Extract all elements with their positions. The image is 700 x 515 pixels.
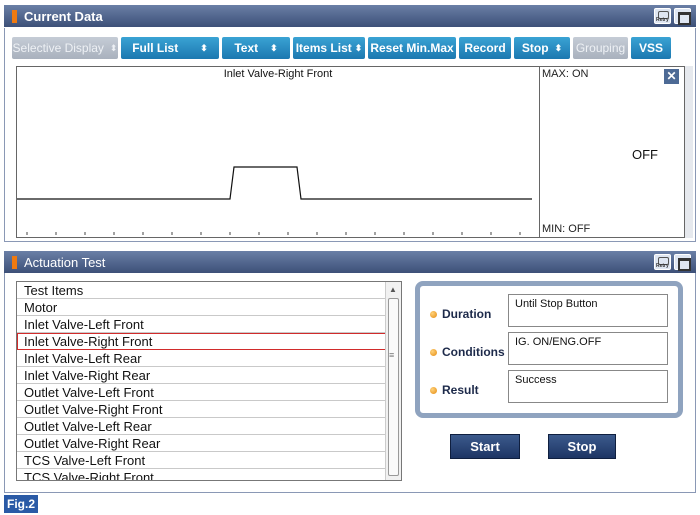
maximize-icon[interactable] xyxy=(674,254,691,271)
signal-graph-svg xyxy=(17,166,532,235)
result-field: Success xyxy=(508,370,668,403)
list-item[interactable]: Outlet Valve-Left Front xyxy=(17,384,401,401)
stop-dropdown[interactable]: Stop ⬍ xyxy=(514,37,570,59)
grouping-button[interactable]: Grouping xyxy=(573,37,628,59)
graph-ticks xyxy=(26,232,521,235)
graph-scrollbar[interactable] xyxy=(685,66,693,238)
retry-icon[interactable]: Retry xyxy=(654,254,671,270)
stop-button[interactable]: Stop xyxy=(548,434,616,459)
bullet-icon xyxy=(430,386,437,394)
header-marker xyxy=(12,9,17,23)
list-scrollbar[interactable]: ▲ ≡ xyxy=(385,282,401,480)
test-items-container: Motor Inlet Valve-Left Front Inlet Valve-R… xyxy=(17,299,401,480)
retry-icon[interactable]: Retry xyxy=(654,8,671,24)
test-info-panel: Duration Until Stop Button Conditions IG… xyxy=(415,281,683,418)
duration-field: Until Stop Button xyxy=(508,294,668,327)
figure-label: Fig.2 xyxy=(4,495,38,513)
bullet-icon xyxy=(430,348,437,356)
max-label: MAX: ON xyxy=(542,68,589,80)
actuation-test-header: Actuation Test Retry xyxy=(4,251,696,273)
scroll-up-icon[interactable]: ▲ xyxy=(389,285,397,294)
full-list-dropdown[interactable]: Full List ⬍ xyxy=(121,37,219,59)
result-row: Result xyxy=(430,383,479,397)
duration-row: Duration xyxy=(430,307,491,321)
bullet-icon xyxy=(430,310,437,318)
list-item[interactable]: Outlet Valve-Left Rear xyxy=(17,418,401,435)
maximize-icon[interactable] xyxy=(674,8,691,25)
list-item[interactable]: Inlet Valve-Right Rear xyxy=(17,367,401,384)
scroll-thumb[interactable] xyxy=(388,298,399,476)
scroll-grip-icon: ≡ xyxy=(389,350,395,360)
items-list-dropdown[interactable]: Items List ⬍ xyxy=(293,37,365,59)
vss-button[interactable]: VSS xyxy=(631,37,671,59)
list-item[interactable]: TCS Valve-Right Front xyxy=(17,469,401,480)
start-button[interactable]: Start xyxy=(450,434,520,459)
list-item[interactable]: Motor xyxy=(17,299,401,316)
list-item[interactable]: Inlet Valve-Left Rear xyxy=(17,350,401,367)
selective-display-dropdown[interactable]: Selective Display ⬍ xyxy=(12,37,118,59)
current-data-toolbar: Selective Display ⬍ Full List ⬍ Text ⬍ Item… xyxy=(12,37,671,59)
list-item[interactable]: TCS Valve-Left Front xyxy=(17,452,401,469)
conditions-row: Conditions xyxy=(430,345,505,359)
current-data-title: Current Data xyxy=(24,8,103,24)
min-label: MIN: OFF xyxy=(542,223,591,235)
list-item[interactable]: Inlet Valve-Right Front xyxy=(17,333,401,350)
test-items-list: Test Items Motor Inlet Valve-Left Front In… xyxy=(16,281,402,481)
close-graph-icon[interactable]: ✕ xyxy=(664,69,679,84)
list-item[interactable]: Outlet Valve-Right Front xyxy=(17,401,401,418)
current-data-header: Current Data Retry xyxy=(4,5,696,27)
list-header: Test Items xyxy=(17,282,401,299)
list-item[interactable]: Inlet Valve-Left Front xyxy=(17,316,401,333)
record-button[interactable]: Record xyxy=(459,37,511,59)
header-marker xyxy=(12,255,17,269)
signal-graph: Inlet Valve-Right Front xyxy=(16,66,540,238)
min-max-panel: MAX: ON OFF MIN: OFF ✕ xyxy=(540,66,685,238)
list-item[interactable]: Outlet Valve-Right Rear xyxy=(17,435,401,452)
actuation-test-title: Actuation Test xyxy=(24,254,106,270)
reset-min-max-button[interactable]: Reset Min.Max xyxy=(368,37,456,59)
conditions-field: IG. ON/ENG.OFF xyxy=(508,332,668,365)
signal-trace xyxy=(17,166,532,200)
text-dropdown[interactable]: Text ⬍ xyxy=(222,37,290,59)
current-value: OFF xyxy=(632,147,658,162)
